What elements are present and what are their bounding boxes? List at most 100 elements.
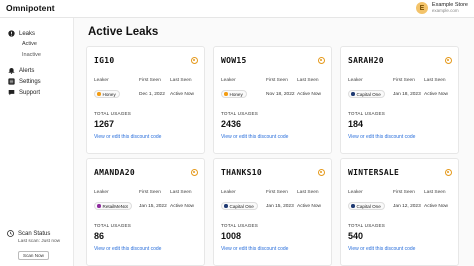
total-usages-value: 1267 bbox=[94, 119, 115, 129]
sidebar: Leaks Active Inactive Alerts Settings Su… bbox=[0, 18, 74, 266]
edit-discount-link[interactable]: View or edit this discount code bbox=[94, 246, 161, 252]
leaker-dot bbox=[97, 92, 101, 96]
sidebar-item-alerts[interactable]: Alerts bbox=[8, 65, 70, 76]
leaker-dot bbox=[224, 204, 228, 208]
sidebar-item-leaks[interactable]: Leaks bbox=[8, 28, 70, 39]
leaker-badge[interactable]: Capital One bbox=[348, 90, 385, 98]
edit-discount-link[interactable]: View or edit this discount code bbox=[348, 134, 415, 140]
discount-code: IG10 bbox=[94, 56, 115, 65]
active-status-icon bbox=[445, 169, 452, 176]
total-usages-value: 184 bbox=[348, 119, 364, 129]
leaker-badge[interactable]: RetailMeNot bbox=[94, 202, 132, 210]
last-seen-value: Active Now bbox=[424, 203, 448, 209]
leak-card[interactable]: SARAH20 Leaker Capital One First Seen Ja… bbox=[340, 46, 459, 154]
shield-icon bbox=[8, 30, 15, 37]
last-seen-value: Active Now bbox=[424, 91, 448, 97]
leaker-name: Honey bbox=[229, 91, 243, 97]
first-seen-value: Dec 1, 2022 bbox=[139, 91, 165, 97]
last-seen-value: Active Now bbox=[170, 203, 194, 209]
leak-card[interactable]: WOW15 Leaker Honey First Seen Nov 18, 20… bbox=[213, 46, 332, 154]
total-usages-label: TOTAL USAGES bbox=[94, 223, 132, 228]
leaker-badge[interactable]: Capital One bbox=[221, 202, 258, 210]
leaker-dot bbox=[351, 92, 355, 96]
sidebar-item-settings[interactable]: Settings bbox=[8, 76, 70, 87]
leaker-name: RetailMeNot bbox=[102, 203, 128, 209]
leak-meta: Leaker Capital One First Seen Jan 12, 20… bbox=[348, 190, 457, 210]
leaker-label: Leaker bbox=[348, 190, 363, 195]
scan-status-panel: Scan Status Last scan: Just now Scan Now bbox=[7, 230, 69, 262]
leaker-label: Leaker bbox=[94, 190, 109, 195]
total-usages-value: 1008 bbox=[221, 231, 242, 241]
active-status-icon bbox=[318, 57, 325, 64]
active-status-icon bbox=[445, 57, 452, 64]
last-seen-label: Last Seen bbox=[424, 78, 446, 83]
leaker-name: Honey bbox=[102, 91, 116, 97]
sidebar-item-support[interactable]: Support bbox=[8, 87, 70, 98]
first-seen-label: First Seen bbox=[393, 190, 415, 195]
first-seen-label: First Seen bbox=[266, 190, 288, 195]
active-status-icon bbox=[318, 169, 325, 176]
leaker-dot bbox=[224, 92, 228, 96]
last-seen-label: Last Seen bbox=[170, 190, 192, 195]
edit-discount-link[interactable]: View or edit this discount code bbox=[348, 246, 415, 252]
first-seen-value: Jan 15, 2022 bbox=[139, 203, 167, 209]
sidebar-item-label: Alerts bbox=[19, 67, 35, 74]
sidebar-item-label: Settings bbox=[19, 78, 41, 85]
app-logo[interactable]: Omnipotent bbox=[6, 3, 55, 13]
leaker-name: Capital One bbox=[356, 91, 381, 97]
store-url: example.com bbox=[431, 8, 459, 13]
discount-code: THANKS10 bbox=[221, 168, 262, 177]
leaker-dot bbox=[97, 204, 101, 208]
leaker-name: Capital One bbox=[229, 203, 254, 209]
leaker-label: Leaker bbox=[221, 78, 236, 83]
total-usages-value: 540 bbox=[348, 231, 364, 241]
first-seen-label: First Seen bbox=[139, 78, 161, 83]
scan-now-button[interactable]: Scan Now bbox=[18, 251, 49, 260]
sidebar-subitem-inactive[interactable]: Inactive bbox=[8, 50, 70, 61]
clock-icon bbox=[7, 230, 14, 237]
last-seen-value: Active Now bbox=[297, 91, 321, 97]
sidebar-subitem-active[interactable]: Active bbox=[8, 39, 70, 50]
first-seen-value: Jan 15, 2023 bbox=[266, 203, 294, 209]
last-seen-value: Active Now bbox=[170, 91, 194, 97]
discount-code: WINTERSALE bbox=[348, 168, 400, 177]
leak-card[interactable]: WINTERSALE Leaker Capital One First Seen… bbox=[340, 158, 459, 266]
total-usages-label: TOTAL USAGES bbox=[348, 223, 386, 228]
leak-card[interactable]: AMANDA20 Leaker RetailMeNot First Seen J… bbox=[86, 158, 205, 266]
edit-discount-link[interactable]: View or edit this discount code bbox=[221, 246, 288, 252]
bell-icon bbox=[8, 67, 15, 74]
first-seen-label: First Seen bbox=[266, 78, 288, 83]
leak-meta: Leaker RetailMeNot First Seen Jan 15, 20… bbox=[94, 190, 203, 210]
discount-code: SARAH20 bbox=[348, 56, 384, 65]
leaker-label: Leaker bbox=[221, 190, 236, 195]
chat-icon bbox=[8, 89, 15, 96]
leaker-badge[interactable]: Honey bbox=[94, 90, 120, 98]
total-usages-label: TOTAL USAGES bbox=[221, 223, 259, 228]
store-switcher[interactable]: E Example Store example.com bbox=[415, 2, 468, 14]
leaker-name: Capital One bbox=[356, 203, 381, 209]
last-scan-text: Last scan: Just now bbox=[18, 239, 61, 244]
leaker-badge[interactable]: Capital One bbox=[348, 202, 385, 210]
page-title: Active Leaks bbox=[88, 26, 159, 38]
first-seen-value: Jan 12, 2023 bbox=[393, 203, 421, 209]
first-seen-label: First Seen bbox=[393, 78, 415, 83]
leaker-badge[interactable]: Honey bbox=[221, 90, 247, 98]
edit-discount-link[interactable]: View or edit this discount code bbox=[94, 134, 161, 140]
leak-card[interactable]: THANKS10 Leaker Capital One First Seen J… bbox=[213, 158, 332, 266]
leak-meta: Leaker Capital One First Seen Jan 15, 20… bbox=[221, 190, 330, 210]
sidebar-item-label: Leaks bbox=[19, 30, 36, 37]
last-seen-value: Active Now bbox=[297, 203, 321, 209]
first-seen-value: Nov 18, 2022 bbox=[266, 91, 295, 97]
active-status-icon bbox=[191, 169, 198, 176]
last-seen-label: Last Seen bbox=[297, 78, 319, 83]
edit-discount-link[interactable]: View or edit this discount code bbox=[221, 134, 288, 140]
top-bar: Omnipotent E Example Store example.com bbox=[0, 0, 474, 18]
first-seen-value: Jan 18, 2023 bbox=[393, 91, 421, 97]
leak-card[interactable]: IG10 Leaker Honey First Seen Dec 1, 2022… bbox=[86, 46, 205, 154]
first-seen-label: First Seen bbox=[139, 190, 161, 195]
last-seen-label: Last Seen bbox=[170, 78, 192, 83]
scan-status-title: Scan Status bbox=[18, 230, 51, 237]
leak-meta: Leaker Honey First Seen Dec 1, 2022 Last… bbox=[94, 78, 203, 98]
discount-code: WOW15 bbox=[221, 56, 247, 65]
total-usages-label: TOTAL USAGES bbox=[348, 111, 386, 116]
